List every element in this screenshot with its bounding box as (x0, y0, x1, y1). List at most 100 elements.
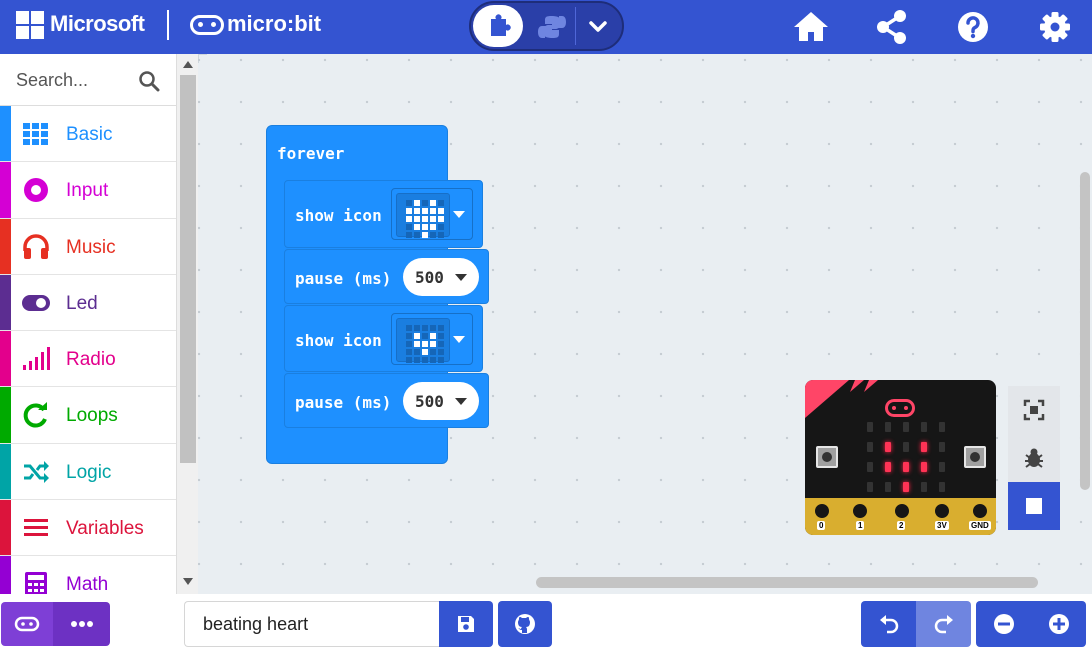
stop-icon (1026, 498, 1042, 514)
share-icon (877, 10, 906, 44)
pause-duration-value: 500 (415, 268, 444, 287)
pause-block[interactable]: pause (ms) 500 (284, 249, 489, 304)
github-icon (515, 614, 535, 634)
home-icon (794, 12, 828, 41)
top-menu-bar: Microsoft micro:bit (0, 0, 1092, 54)
category-color-bar (0, 218, 11, 274)
stop-simulator-button[interactable] (1008, 482, 1060, 530)
show-icon-block[interactable]: show icon (284, 305, 483, 372)
search-input[interactable] (6, 64, 126, 96)
category-radio[interactable]: Radio (0, 331, 176, 388)
pin-label: 1 (856, 521, 865, 530)
bottom-editor-toolbar (0, 594, 1092, 656)
fullscreen-button[interactable] (1008, 386, 1060, 434)
button-a[interactable] (816, 446, 838, 468)
show-icon-label: show icon (295, 331, 382, 350)
undo-icon (879, 615, 898, 634)
grid-icon (23, 123, 48, 145)
category-basic[interactable]: Basic (0, 106, 176, 163)
caret-down-icon (455, 398, 467, 405)
scroll-up-arrow-icon[interactable] (183, 61, 193, 68)
category-math[interactable]: Math (0, 556, 176, 594)
settings-button[interactable] (1035, 9, 1075, 45)
toolbox-scroll-thumb[interactable] (180, 75, 196, 463)
lines-icon (24, 519, 48, 537)
category-label: Basic (66, 124, 113, 145)
category-loops[interactable]: Loops (0, 387, 176, 444)
category-logic[interactable]: Logic (0, 443, 176, 501)
undo-button[interactable] (861, 601, 916, 647)
brand-divider (167, 10, 169, 40)
zoom-out-button[interactable] (976, 601, 1031, 647)
heart-icon (396, 193, 450, 238)
scroll-down-arrow-icon[interactable] (183, 578, 193, 585)
plus-circle-icon (1048, 614, 1069, 634)
zoom-in-button[interactable] (1031, 601, 1086, 647)
icon-dropdown[interactable] (391, 313, 473, 365)
blocks-editor-button[interactable] (473, 5, 523, 47)
github-button[interactable] (498, 601, 552, 647)
category-input[interactable]: Input (0, 162, 176, 219)
category-color-bar (0, 331, 11, 387)
small-heart-icon (396, 318, 450, 363)
help-button[interactable] (953, 9, 993, 45)
category-color-bar (0, 162, 11, 218)
pin-gnd (970, 501, 990, 521)
redo-icon (934, 615, 953, 634)
pause-label: pause (ms) (295, 393, 392, 412)
debug-button[interactable] (1008, 434, 1060, 482)
pause-duration-dropdown[interactable]: 500 (403, 382, 479, 420)
category-label: Input (66, 180, 109, 202)
toolbox-scrollbar[interactable] (176, 54, 198, 594)
toggle-icon (22, 294, 50, 311)
workspace-horizontal-scrollbar[interactable] (536, 577, 1038, 588)
more-options-icon (70, 621, 93, 627)
category-variables[interactable]: Variables (0, 500, 176, 557)
bug-icon (1025, 448, 1043, 468)
microbit-download-icon (14, 616, 40, 632)
editor-toggle (469, 1, 624, 51)
pin-label: 2 (897, 521, 906, 530)
pin-1[interactable] (850, 501, 870, 521)
python-editor-button[interactable] (529, 7, 575, 45)
category-led[interactable]: Led (0, 274, 176, 332)
microbit-logo-touch-icon[interactable] (885, 399, 915, 417)
pin-0[interactable] (812, 501, 832, 521)
radio-dot-icon (24, 178, 48, 203)
download-button[interactable] (1, 602, 53, 646)
show-icon-block[interactable]: show icon (284, 180, 483, 248)
category-label: Variables (66, 518, 144, 540)
pause-block[interactable]: pause (ms) 500 (284, 373, 489, 428)
microbit-logo-icon (190, 15, 224, 35)
simulator-corner-decoration (805, 380, 878, 418)
icon-dropdown[interactable] (391, 188, 473, 240)
category-color-bar (0, 556, 11, 594)
category-music[interactable]: Music (0, 218, 176, 275)
button-b[interactable] (964, 446, 986, 468)
signal-bars-icon (23, 347, 50, 371)
microbit-brand-label: micro:bit (227, 11, 322, 36)
pause-duration-dropdown[interactable]: 500 (403, 258, 479, 296)
pin-3v (932, 501, 952, 521)
minus-circle-icon (993, 614, 1014, 634)
project-name-input[interactable] (184, 601, 440, 647)
save-icon (458, 616, 474, 632)
more-languages-button[interactable] (575, 7, 619, 45)
redo-button[interactable] (916, 601, 971, 647)
search-icon[interactable] (138, 70, 160, 92)
download-options-button[interactable] (53, 602, 110, 646)
share-button[interactable] (873, 9, 913, 45)
workspace-vertical-scrollbar[interactable] (1080, 172, 1090, 490)
pin-label: 3V (935, 521, 949, 530)
home-button[interactable] (791, 9, 831, 45)
pause-duration-value: 500 (415, 392, 444, 411)
pause-label: pause (ms) (295, 269, 392, 288)
category-label: Radio (66, 349, 116, 371)
microbit-simulator[interactable]: 0 1 2 3V GND (805, 380, 996, 535)
microsoft-logo-icon (16, 11, 44, 39)
headphones-icon (23, 233, 49, 259)
pin-2[interactable] (892, 501, 912, 521)
save-button[interactable] (439, 601, 493, 647)
microsoft-brand-label: Microsoft (50, 11, 145, 36)
category-label: Music (66, 236, 116, 258)
